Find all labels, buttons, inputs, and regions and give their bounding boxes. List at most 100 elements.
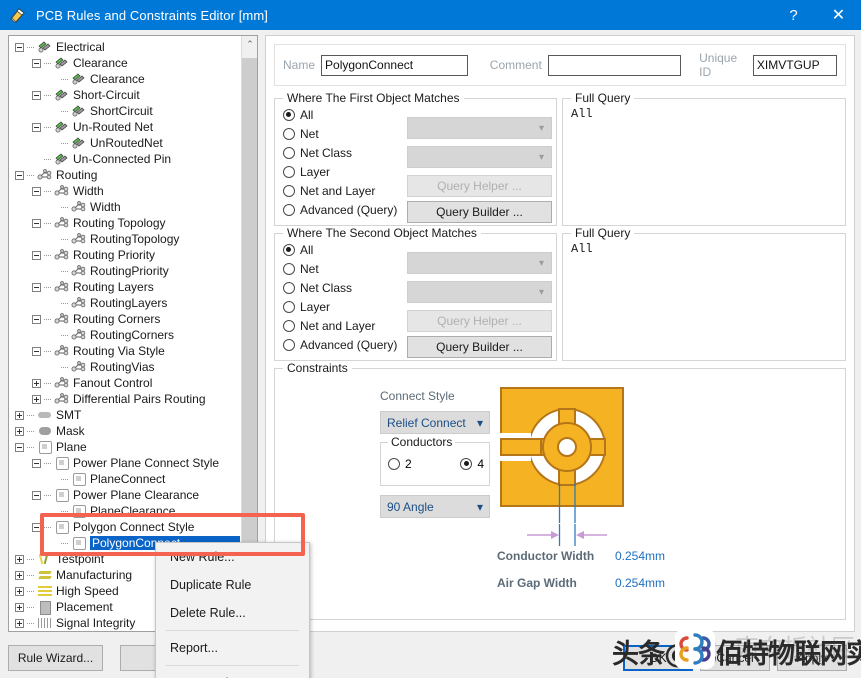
- collapse-icon[interactable]: [32, 59, 41, 68]
- second-net-combo[interactable]: ▾: [407, 252, 552, 274]
- collapse-icon[interactable]: [15, 443, 24, 452]
- tree-item-differential-pairs-routing[interactable]: Differential Pairs Routing: [9, 391, 241, 407]
- cancel-button[interactable]: Cancel: [700, 645, 770, 671]
- tree-item-shortcircuit[interactable]: ShortCircuit: [9, 103, 241, 119]
- comment-input[interactable]: [548, 55, 681, 76]
- tree-item-mask[interactable]: Mask: [9, 423, 241, 439]
- name-input[interactable]: PolygonConnect: [321, 55, 468, 76]
- tree-item-routinglayers[interactable]: RoutingLayers: [9, 295, 241, 311]
- expand-icon[interactable]: [15, 571, 24, 580]
- tree-item-routingcorners[interactable]: RoutingCorners: [9, 327, 241, 343]
- collapse-icon[interactable]: [32, 91, 41, 100]
- scroll-up-icon[interactable]: ⌃: [242, 36, 258, 53]
- expand-icon[interactable]: [32, 379, 41, 388]
- collapse-icon[interactable]: [32, 219, 41, 228]
- collapse-icon[interactable]: [32, 187, 41, 196]
- first-netclass-combo[interactable]: ▾: [407, 146, 552, 168]
- conductors-radio-4[interactable]: 4: [460, 457, 484, 471]
- full-query-1-text[interactable]: All: [571, 107, 593, 121]
- close-icon[interactable]: ✕: [816, 0, 861, 30]
- apply-button[interactable]: Apply: [777, 645, 847, 671]
- menu-item-report[interactable]: Report...: [156, 634, 309, 662]
- second-radio-net[interactable]: Net: [283, 259, 397, 278]
- tree-item-clearance[interactable]: Clearance: [9, 55, 241, 71]
- second-query-helper-button[interactable]: Query Helper ...: [407, 310, 552, 332]
- ok-button[interactable]: OK: [623, 645, 693, 671]
- tree-item-fanout-control[interactable]: Fanout Control: [9, 375, 241, 391]
- air-gap-width-value[interactable]: 0.254mm: [615, 576, 665, 590]
- tree-scrollbar-thumb[interactable]: [242, 58, 258, 588]
- expand-icon[interactable]: [15, 427, 24, 436]
- first-radio-layer[interactable]: Layer: [283, 162, 397, 181]
- tree-item-polygon-connect-style[interactable]: Polygon Connect Style: [9, 519, 241, 535]
- first-radio-netclass[interactable]: Net Class: [283, 143, 397, 162]
- second-radio-layer[interactable]: Layer: [283, 297, 397, 316]
- unique-id-input[interactable]: XIMVTGUP: [753, 55, 837, 76]
- tree-item-smt[interactable]: SMT: [9, 407, 241, 423]
- first-radio-net[interactable]: Net: [283, 124, 397, 143]
- connect-style-combo[interactable]: Relief Connect ▾: [380, 411, 490, 434]
- rule-context-menu[interactable]: New Rule...Duplicate RuleDelete Rule... R…: [155, 542, 310, 678]
- tree-item-clearance[interactable]: Clearance: [9, 71, 241, 87]
- collapse-icon[interactable]: [32, 523, 41, 532]
- tree-item-routing-topology[interactable]: Routing Topology: [9, 215, 241, 231]
- tree-item-unroutednet[interactable]: UnRoutedNet: [9, 135, 241, 151]
- angle-combo[interactable]: 90 Angle ▾: [380, 495, 490, 518]
- second-query-builder-button[interactable]: Query Builder ...: [407, 336, 552, 358]
- first-query-helper-button[interactable]: Query Helper ...: [407, 175, 552, 197]
- collapse-icon[interactable]: [32, 283, 41, 292]
- tree-item-planeconnect[interactable]: PlaneConnect: [9, 471, 241, 487]
- collapse-icon[interactable]: [15, 171, 24, 180]
- menu-item-delete-rule[interactable]: Delete Rule...: [156, 599, 309, 627]
- tree-item-power-plane-clearance[interactable]: Power Plane Clearance: [9, 487, 241, 503]
- tree-item-electrical[interactable]: Electrical: [9, 39, 241, 55]
- conductor-width-value[interactable]: 0.254mm: [615, 549, 665, 563]
- tree-item-routing-priority[interactable]: Routing Priority: [9, 247, 241, 263]
- tree-item-un-connected-pin[interactable]: Un-Connected Pin: [9, 151, 241, 167]
- collapse-icon[interactable]: [32, 251, 41, 260]
- tree-item-short-circuit[interactable]: Short-Circuit: [9, 87, 241, 103]
- tree-item-planeclearance[interactable]: PlaneClearance: [9, 503, 241, 519]
- tree-item-routing-layers[interactable]: Routing Layers: [9, 279, 241, 295]
- menu-item-duplicate-rule[interactable]: Duplicate Rule: [156, 571, 309, 599]
- tree-item-plane[interactable]: Plane: [9, 439, 241, 455]
- second-netclass-combo[interactable]: ▾: [407, 281, 552, 303]
- expand-icon[interactable]: [15, 619, 24, 628]
- full-query-2-text[interactable]: All: [571, 242, 593, 256]
- conductors-radio-2[interactable]: 2: [388, 457, 412, 471]
- collapse-icon[interactable]: [32, 459, 41, 468]
- second-radio-advanced[interactable]: Advanced (Query): [283, 335, 397, 354]
- first-net-combo[interactable]: ▾: [407, 117, 552, 139]
- tree-item-routingtopology[interactable]: RoutingTopology: [9, 231, 241, 247]
- tree-item-routingpriority[interactable]: RoutingPriority: [9, 263, 241, 279]
- collapse-icon[interactable]: [15, 43, 24, 52]
- menu-item-export-rules[interactable]: Export Rules...: [156, 669, 309, 678]
- rule-wizard-button[interactable]: Rule Wizard...: [8, 645, 103, 671]
- tree-item-power-plane-connect-style[interactable]: Power Plane Connect Style: [9, 455, 241, 471]
- collapse-icon[interactable]: [32, 491, 41, 500]
- expand-icon[interactable]: [15, 555, 24, 564]
- second-radio-net-and-layer[interactable]: Net and Layer: [283, 316, 397, 335]
- collapse-icon[interactable]: [32, 123, 41, 132]
- expand-icon[interactable]: [32, 395, 41, 404]
- tree-item-width[interactable]: Width: [9, 199, 241, 215]
- second-radio-all[interactable]: All: [283, 240, 397, 259]
- tree-item-routing-corners[interactable]: Routing Corners: [9, 311, 241, 327]
- tree-item-routing-via-style[interactable]: Routing Via Style: [9, 343, 241, 359]
- help-button[interactable]: ?: [771, 0, 816, 30]
- tree-item-routing[interactable]: Routing: [9, 167, 241, 183]
- collapse-icon[interactable]: [32, 315, 41, 324]
- tree-item-width[interactable]: Width: [9, 183, 241, 199]
- menu-item-new-rule[interactable]: New Rule...: [156, 543, 309, 571]
- first-query-builder-button[interactable]: Query Builder ...: [407, 201, 552, 223]
- first-radio-advanced[interactable]: Advanced (Query): [283, 200, 397, 219]
- first-radio-all[interactable]: All: [283, 105, 397, 124]
- tree-item-un-routed-net[interactable]: Un-Routed Net: [9, 119, 241, 135]
- expand-icon[interactable]: [15, 587, 24, 596]
- second-radio-netclass[interactable]: Net Class: [283, 278, 397, 297]
- collapse-icon[interactable]: [32, 347, 41, 356]
- expand-icon[interactable]: [15, 411, 24, 420]
- tree-item-routingvias[interactable]: RoutingVias: [9, 359, 241, 375]
- first-radio-net-and-layer[interactable]: Net and Layer: [283, 181, 397, 200]
- expand-icon[interactable]: [15, 603, 24, 612]
